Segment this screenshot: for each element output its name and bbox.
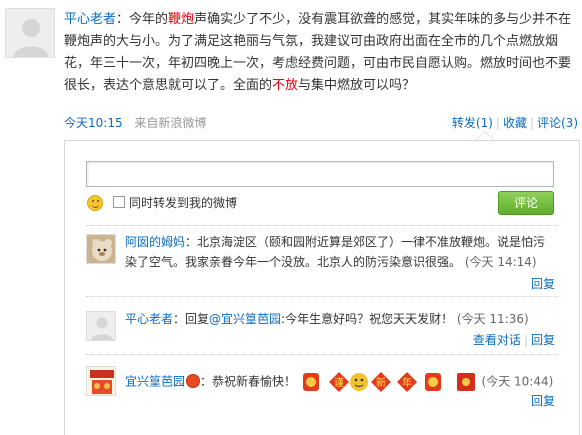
festive-char: 谨 — [334, 376, 344, 389]
comment-time: (今天 10:44) — [481, 374, 554, 389]
post-meta-left: 今天10:15 来自新浪微博 — [64, 114, 206, 131]
comment-body: ：恭祝新春愉快！ — [200, 374, 297, 389]
comment-actions: 查看对话 | 回复 — [473, 331, 555, 348]
comment-input[interactable] — [86, 161, 554, 187]
comment-text: 阿囡的姆妈：北京海淀区（颐和园附近算是郊区了）一律不准放鞭炮。说是怕污染了空气。… — [125, 232, 557, 272]
comment-avatar[interactable] — [86, 234, 116, 264]
forward-checkbox[interactable] — [113, 196, 125, 208]
divider — [86, 296, 558, 297]
comment-button[interactable]: 评论(3) — [537, 116, 578, 130]
comment-text: 宜兴篁芭园 ：恭祝新春愉快！ 谨 新 年 (今天 10:44) — [125, 370, 565, 394]
action-separator: | — [529, 116, 534, 130]
mention-link[interactable]: @宜兴篁芭园 — [209, 312, 281, 326]
comment-author-link[interactable]: 宜兴篁芭园 — [125, 375, 185, 389]
forward-checkbox-label: 同时转发到我的微博 — [129, 196, 238, 210]
festive-char: 新 — [376, 376, 386, 389]
post-time-link[interactable]: 今天10:15 — [64, 116, 123, 130]
comment-body-continued: :今年生意好吗？祝您天天发财！ — [281, 312, 454, 326]
action-separator: | — [523, 333, 528, 347]
comment-author-link[interactable]: 平心老者 — [125, 312, 173, 326]
comment-actions: 回复 — [531, 392, 555, 409]
default-avatar-icon — [87, 312, 115, 340]
post-source: 来自新浪微博 — [134, 116, 207, 130]
default-avatar-icon — [6, 9, 54, 57]
post-text-after: 与集中燃放可以吗？ — [298, 78, 416, 93]
divider — [86, 225, 558, 226]
comment-body: ：回复 — [173, 312, 210, 326]
reply-button[interactable]: 回复 — [531, 394, 555, 408]
reply-button[interactable]: 回复 — [531, 333, 555, 347]
comment-panel: 同时转发到我的微博 评论 阿囡的姆妈：北京海淀区（颐和园附近算是郊区了）一律不准… — [64, 140, 580, 435]
keyword-highlight: 鞭炮 — [168, 12, 195, 27]
vip-badge-icon — [186, 373, 201, 388]
comment-text: 平心老者：回复@宜兴篁芭园:今年生意好吗？祝您天天发财！ (今天 11:36) — [125, 309, 557, 329]
favorite-button[interactable]: 收藏 — [503, 116, 527, 130]
comment-avatar[interactable] — [86, 311, 116, 341]
comment-actions: 回复 — [531, 275, 555, 292]
keyword-highlight: 不放 — [272, 78, 299, 93]
comment-panel-caret — [476, 131, 494, 140]
comment-time: (今天 11:36) — [456, 312, 529, 326]
submit-comment-button[interactable]: 评论 — [498, 191, 554, 215]
divider — [86, 354, 558, 355]
action-separator: | — [495, 116, 500, 130]
festive-emoticons-icon: 谨 新 年 — [302, 372, 441, 392]
comment-avatar[interactable] — [86, 366, 116, 396]
emoticon-picker-icon[interactable] — [87, 195, 103, 211]
comment-author-link[interactable]: 阿囡的姆妈 — [125, 235, 185, 249]
reply-button[interactable]: 回复 — [531, 277, 555, 291]
forward-button[interactable]: 转发(1) — [452, 116, 493, 130]
post-author-link[interactable]: 平心老者 — [64, 12, 116, 27]
plush-toy-avatar-icon — [87, 235, 115, 263]
post-actions: 转发(1) | 收藏 | 评论(3) — [452, 114, 578, 131]
red-envelope-icon — [456, 373, 475, 391]
view-thread-button[interactable]: 查看对话 — [473, 333, 521, 347]
post-author-avatar[interactable] — [5, 8, 55, 58]
festive-avatar-icon — [87, 367, 115, 395]
post-text-before: 今年的 — [129, 12, 169, 27]
post-colon: ： — [116, 12, 130, 27]
post-meta: 今天10:15 来自新浪微博 转发(1) | 收藏 | 评论(3) — [64, 114, 580, 132]
festive-char: 年 — [402, 376, 412, 389]
post-content: 平心老者：今年的鞭炮声确实少了不少，没有震耳欲聋的感觉，其实年味的多与少并不在鞭… — [64, 9, 580, 97]
comment-time: (今天 14:14) — [464, 255, 537, 269]
